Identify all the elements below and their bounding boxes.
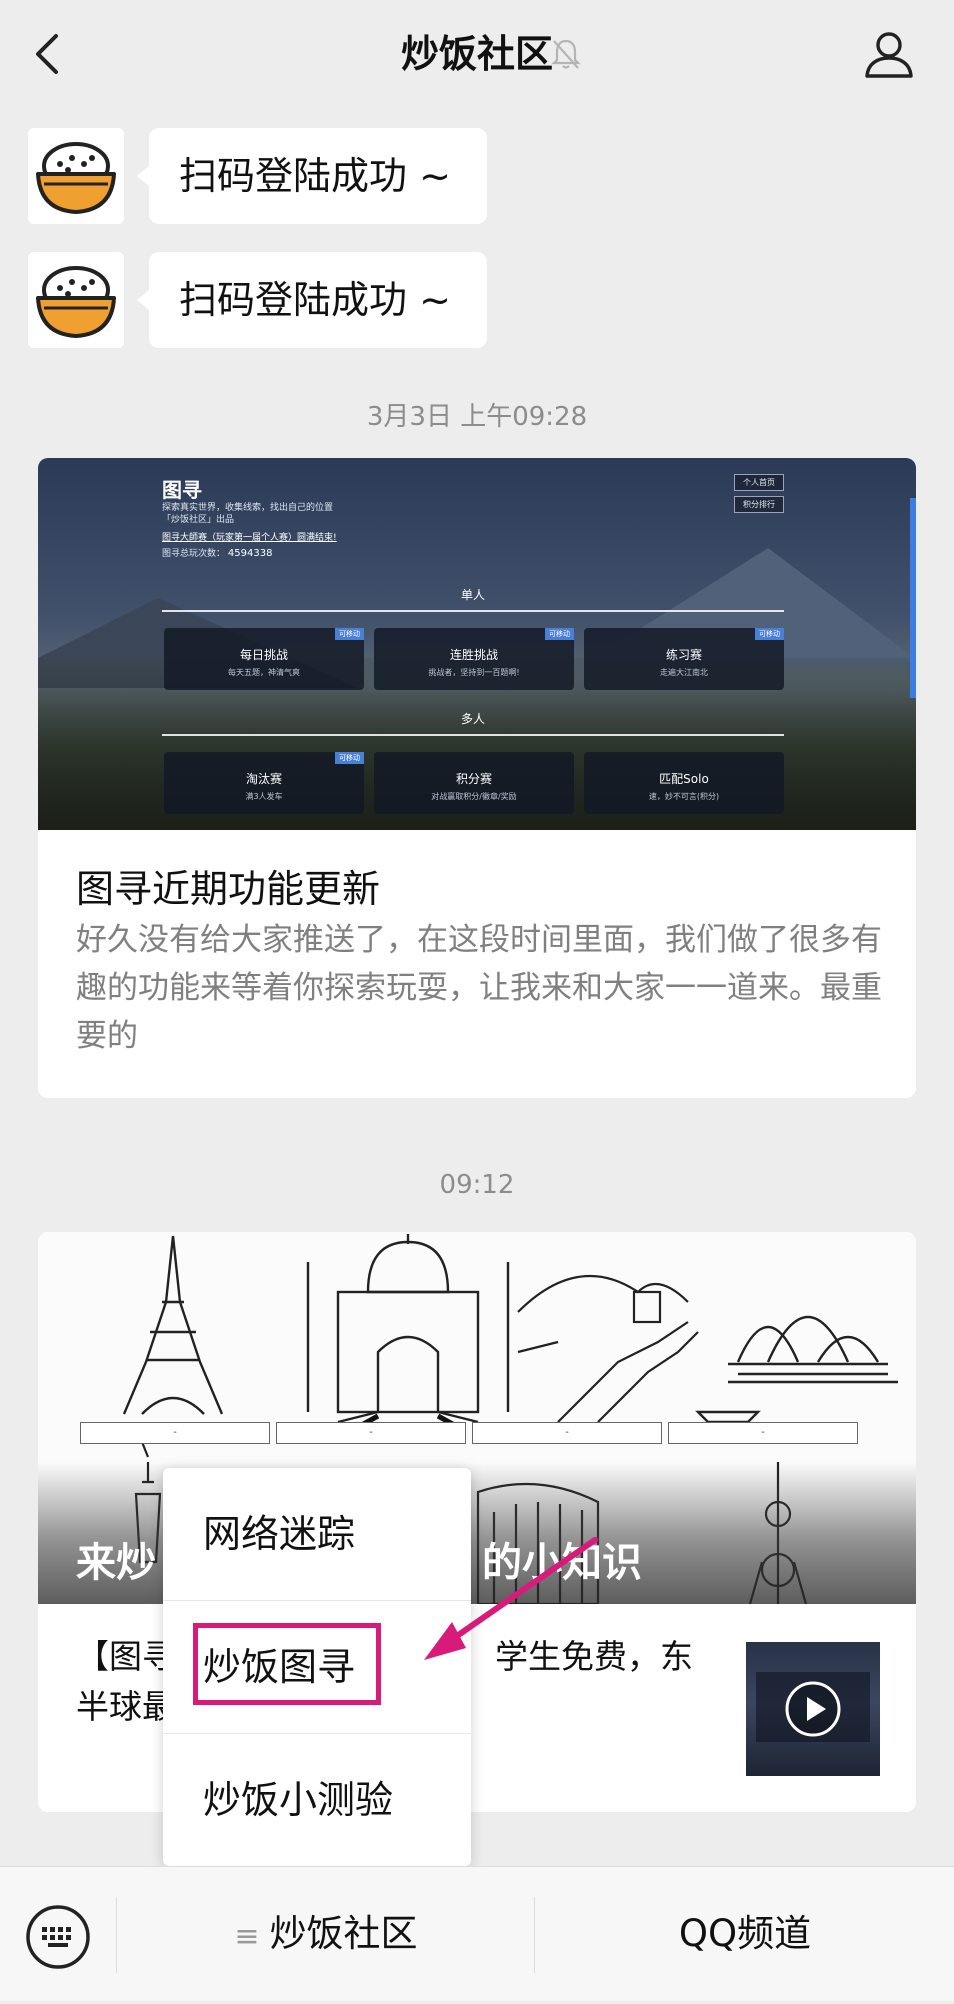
bar-divider <box>534 1897 535 1973</box>
mode-title: 每日挑战 <box>239 648 288 662</box>
keyboard-icon[interactable] <box>24 1903 92 1971</box>
mode-subtitle: 对战赢取积分/徽章/奖励 <box>431 792 517 801</box>
message-bubble[interactable]: 扫码登陆成功 ~ <box>149 252 487 348</box>
mode-tag: 可移动 <box>755 628 784 640</box>
menu-button-label: 炒饭社区 <box>269 1912 418 1955</box>
mode-card: 连胜挑战 挑战者，坚持到一百题啊! 可移动 <box>374 628 574 690</box>
announcement-link: 图寻大師赛（玩家第一届个人赛）圆满结束! <box>162 533 337 543</box>
mode-tag: 可移动 <box>335 752 364 764</box>
bottom-menu-bar: ≡ 炒饭社区 QQ频道 <box>0 1866 954 2001</box>
mode-subtitle: 满3人发车 <box>245 792 283 801</box>
mode-title: 练习赛 <box>665 648 702 662</box>
mode-title: 连胜挑战 <box>449 648 498 662</box>
mode-title: 积分赛 <box>455 772 492 786</box>
intro-text: 「炒饭社区」出品 <box>162 515 235 525</box>
mode-subtitle: 走遍大江南北 <box>660 668 708 677</box>
landmark-label: - <box>276 1422 466 1444</box>
divider <box>162 734 784 736</box>
mode-subtitle: 挑战者，坚持到一百题啊! <box>428 668 520 677</box>
landmark-label: - <box>472 1422 662 1444</box>
timestamp: 09:12 <box>439 1170 515 1200</box>
bubble-tail <box>137 166 149 186</box>
mode-tag: 可移动 <box>335 628 364 640</box>
mode-card: 匹配Solo 速，妙不可言(积分) <box>584 752 784 814</box>
bubble-tail <box>137 290 149 310</box>
tuxun-logo: 图寻 <box>162 478 202 502</box>
bot-avatar[interactable] <box>28 128 124 224</box>
highlight-annotation-box <box>193 1623 381 1705</box>
timestamp: 3月3日 上午09:28 <box>366 402 588 432</box>
play-icon[interactable] <box>784 1680 842 1738</box>
divider <box>162 610 784 612</box>
profile-icon[interactable] <box>862 28 916 80</box>
mode-title: 匹配Solo <box>659 772 709 786</box>
mode-subtitle: 每天五题，神清气爽 <box>228 668 300 677</box>
profile-page-button: 个人首页 <box>734 474 784 491</box>
chat-header: 炒饭社区 <box>0 0 954 108</box>
message-bubble[interactable]: 扫码登陆成功 ~ <box>149 128 487 224</box>
article-title[interactable]: 图寻近期功能更新 <box>76 858 380 913</box>
article-cover-image[interactable]: 图寻 探索真实世界，收集线索，找出自己的位置 「炒饭社区」出品 图寻大師赛（玩家… <box>38 458 916 830</box>
menu-button-qq-channel[interactable]: QQ频道 <box>536 1867 954 2001</box>
mode-card: 淘汰赛 满3人发车 可移动 <box>164 752 364 814</box>
chat-title: 炒饭社区 <box>400 32 553 76</box>
rice-bowl-icon <box>36 142 116 214</box>
bar-divider <box>116 1897 117 1973</box>
bot-avatar[interactable] <box>28 252 124 348</box>
message-text: 扫码登陆成功 ~ <box>179 154 451 198</box>
mode-card: 练习赛 走遍大江南北 可移动 <box>584 628 784 690</box>
play-count-label: 图寻总玩次数： 4594338 <box>162 548 273 559</box>
menu-list-icon: ≡ <box>234 1919 260 1954</box>
article-description: 好久没有给大家推送了，在这段时间里面，我们做了很多有趣的功能来等着你探索玩耍，让… <box>76 922 882 1054</box>
rice-bowl-icon <box>36 266 116 338</box>
mode-subtitle: 速，妙不可言(积分) <box>648 792 720 801</box>
message-text: 扫码登陆成功 ~ <box>179 278 451 322</box>
section-single: 单人 <box>460 588 485 602</box>
menu-button-community[interactable]: ≡ 炒饭社区 <box>118 1867 534 2001</box>
landmark-label: - <box>80 1422 270 1444</box>
play-count-value: 4594338 <box>227 548 273 559</box>
section-multi: 多人 <box>460 712 485 726</box>
landmark-label: - <box>668 1422 858 1444</box>
mode-tag: 可移动 <box>545 628 574 640</box>
menu-item-network-trace[interactable]: 网络迷踪 <box>163 1468 471 1600</box>
mute-bell-icon <box>551 39 581 69</box>
ranking-button: 积分排行 <box>734 496 784 513</box>
mode-card: 每日挑战 每天五题，神清气爽 可移动 <box>164 628 364 690</box>
mode-title: 淘汰赛 <box>245 772 282 786</box>
scroll-indicator <box>910 498 916 698</box>
menu-item-chaofan-quiz[interactable]: 炒饭小测验 <box>163 1734 471 1866</box>
article-card[interactable]: 图寻 探索真实世界，收集线索，找出自己的位置 「炒饭社区」出品 图寻大師赛（玩家… <box>38 458 916 1098</box>
mode-card: 积分赛 对战赢取积分/徽章/奖励 <box>374 752 574 814</box>
video-thumbnail[interactable] <box>746 1642 880 1776</box>
